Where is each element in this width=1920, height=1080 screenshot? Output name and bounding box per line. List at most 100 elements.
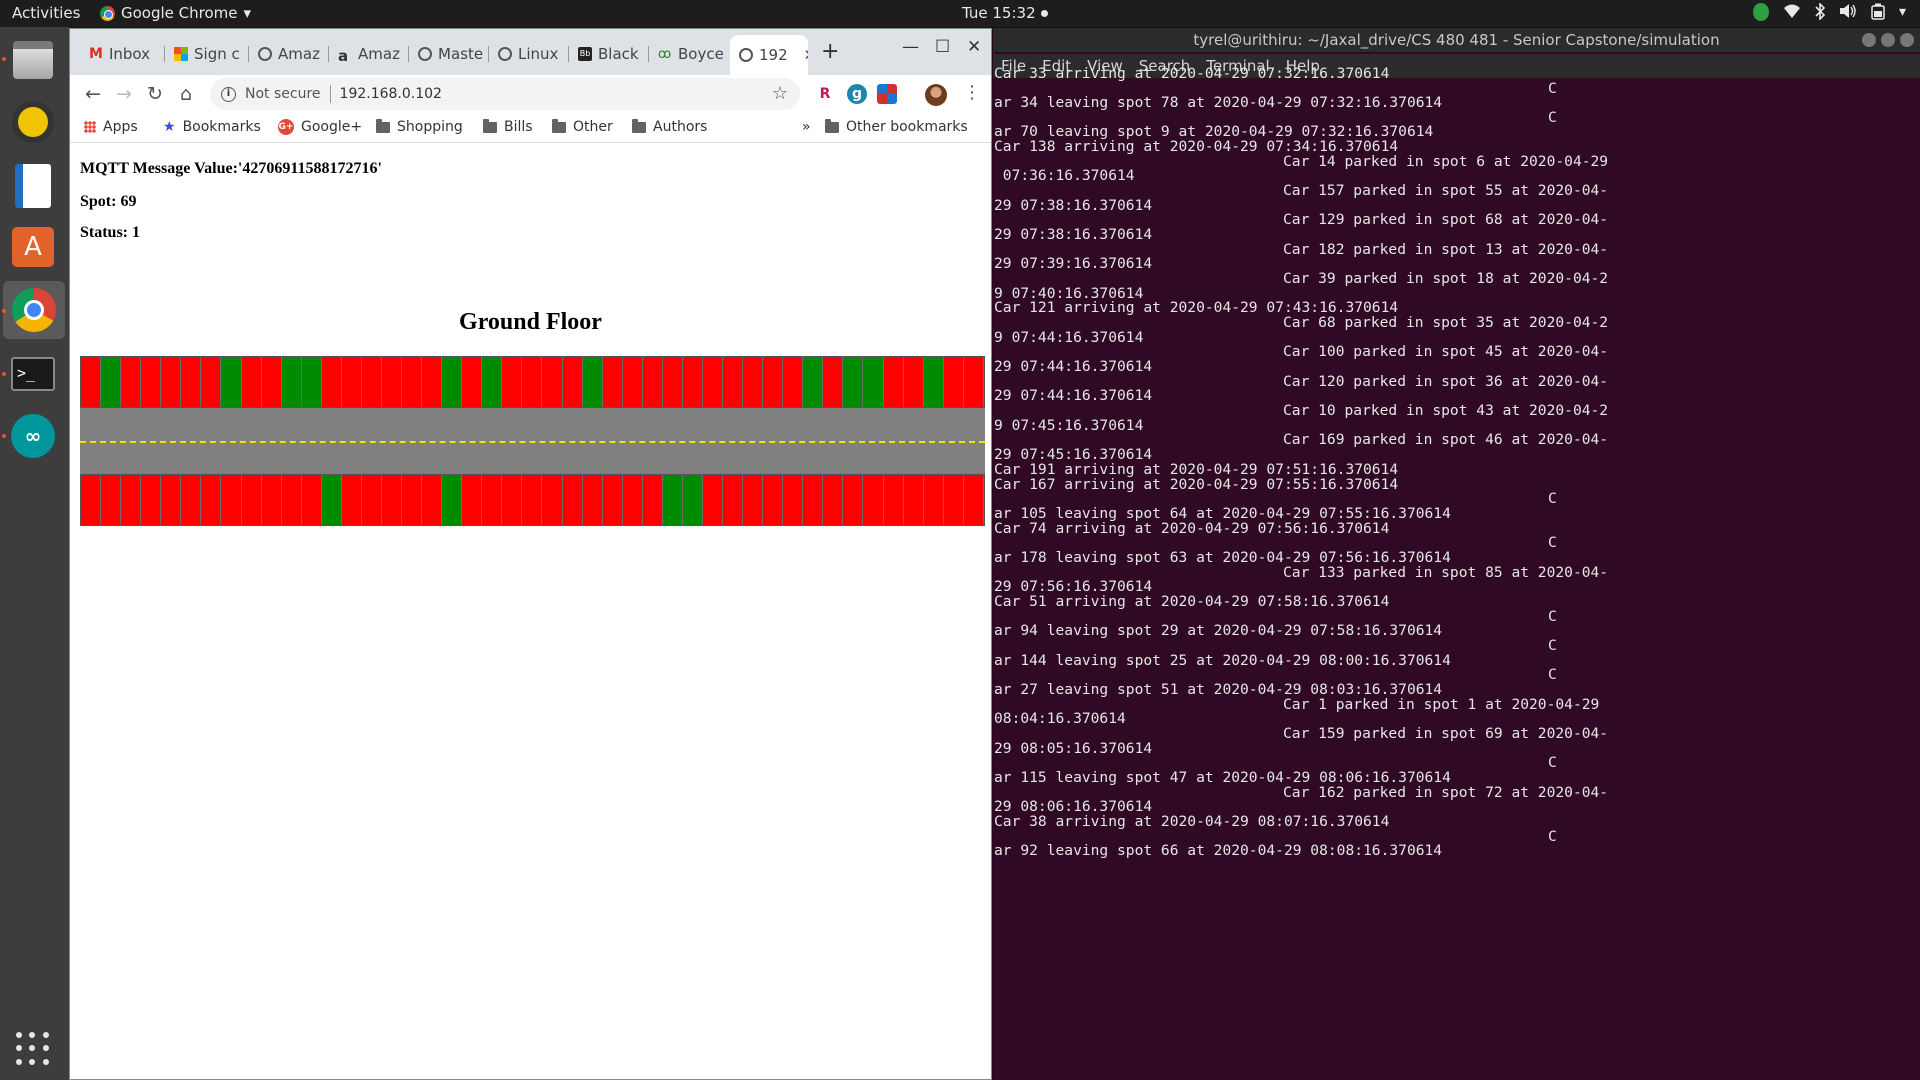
parking-spot <box>723 475 744 525</box>
tab-amazon-1[interactable]: Amaz <box>249 40 329 68</box>
tab-label: Boyce <box>678 45 724 63</box>
tab-label: 192 <box>759 46 788 64</box>
parking-spot <box>141 475 162 525</box>
close-window-icon[interactable]: ✕ <box>967 37 981 57</box>
extension-grid-icon[interactable] <box>877 84 897 104</box>
volume-icon <box>1839 3 1857 21</box>
parking-spot <box>702 475 723 525</box>
maximize-icon[interactable]: ☐ <box>935 37 950 57</box>
running-indicator-icon <box>2 309 6 313</box>
parking-spot <box>81 357 102 407</box>
extension-grammar-icon[interactable]: g <box>847 84 867 104</box>
parking-spot <box>562 475 583 525</box>
bookmark-bills[interactable]: Bills <box>483 118 533 135</box>
minimize-icon[interactable] <box>1862 33 1876 47</box>
terminal-line: 29 07:38:16.370614 <box>994 226 1153 243</box>
parking-spot <box>803 475 824 525</box>
lane-divider <box>80 441 985 443</box>
terminal-output[interactable]: Car 33 arriving at 2020-04-29 07:32:16.3… <box>994 65 1914 1080</box>
info-icon[interactable]: i <box>221 86 236 102</box>
tab-label: Amaz <box>278 45 320 63</box>
parking-spot <box>963 357 984 407</box>
dock-arduino[interactable]: ∞ <box>9 412 57 460</box>
tab-boyce[interactable]: ꝏ Boyce <box>649 40 729 68</box>
dock-writer[interactable] <box>9 162 57 210</box>
parking-spot <box>141 357 162 407</box>
terminal-line: C <box>1548 666 1557 683</box>
parking-spot <box>923 475 944 525</box>
bookmarks-overflow-button[interactable]: » <box>802 119 811 135</box>
extension-r-icon[interactable]: R <box>815 84 835 104</box>
notification-dot-icon <box>1040 9 1048 17</box>
dock-software[interactable]: A <box>9 223 57 271</box>
parking-spot <box>602 357 623 407</box>
minimize-icon[interactable]: — <box>902 37 919 57</box>
tab-blackboard[interactable]: Bb Black <box>569 40 649 68</box>
bookmark-google-plus[interactable]: G+ Google+ <box>278 119 362 135</box>
address-bar[interactable]: i Not secure 192.168.0.102 ☆ <box>210 78 800 110</box>
close-tab-icon[interactable]: ✕ <box>804 46 808 64</box>
tab-label: Linux <box>518 45 559 63</box>
bookmark-authors[interactable]: Authors <box>632 118 707 135</box>
terminal-line: Car 38 arriving at 2020-04-29 08:07:16.3… <box>994 813 1390 830</box>
tab-amazon-2[interactable]: a Amaz <box>329 40 409 68</box>
dock: A >_ ∞ <box>0 27 69 1080</box>
bookmark-other[interactable]: Other <box>552 118 613 135</box>
new-tab-button[interactable]: + <box>821 39 839 64</box>
folder-icon <box>552 118 566 133</box>
parking-spot <box>482 357 503 407</box>
tab-label: Black <box>598 45 639 63</box>
bookmark-shopping[interactable]: Shopping <box>376 118 463 135</box>
avatar[interactable] <box>925 84 947 106</box>
dock-files[interactable] <box>9 36 57 84</box>
parking-spot <box>462 475 483 525</box>
url-text[interactable]: 192.168.0.102 <box>340 86 442 102</box>
bookmark-star-icon[interactable]: ☆ <box>772 83 788 104</box>
reload-icon[interactable]: ↻ <box>142 81 168 107</box>
close-window-icon[interactable] <box>1900 33 1914 47</box>
parking-spot <box>642 357 663 407</box>
blackboard-icon: Bb <box>578 47 592 61</box>
dock-rhythmbox[interactable] <box>9 98 57 146</box>
back-icon[interactable]: ← <box>80 81 106 107</box>
parking-spot <box>522 357 543 407</box>
parking-spot <box>823 357 844 407</box>
home-icon[interactable]: ⌂ <box>173 81 199 107</box>
folder-icon <box>376 118 390 133</box>
other-bookmarks[interactable]: Other bookmarks <box>825 118 968 135</box>
terminal-line: Car 167 arriving at 2020-04-29 07:55:16.… <box>994 476 1399 493</box>
app-menu[interactable]: Google Chrome ▾ <box>100 4 251 22</box>
terminal-line: Car 39 parked in spot 18 at 2020-04-2 <box>1283 270 1609 287</box>
maximize-icon[interactable] <box>1881 33 1895 47</box>
tab-linux[interactable]: Linux <box>489 40 569 68</box>
parking-spot <box>863 357 884 407</box>
activities-button[interactable]: Activities <box>12 4 80 22</box>
parking-spot <box>622 475 643 525</box>
parking-spot <box>702 357 723 407</box>
wifi-icon <box>1783 3 1801 21</box>
tab-active[interactable]: 192 ✕ <box>730 35 808 75</box>
tab-inbox[interactable]: M Inbox <box>80 40 165 68</box>
tab-master[interactable]: Maste <box>409 40 489 68</box>
security-status: Not secure <box>245 86 321 102</box>
bookmark-label: Shopping <box>397 119 463 135</box>
dock-chrome[interactable] <box>3 281 65 339</box>
dock-terminal[interactable]: >_ <box>9 350 57 398</box>
show-applications-icon[interactable] <box>16 1032 50 1066</box>
parking-spot <box>723 357 744 407</box>
tab-sign-in[interactable]: Sign c <box>165 40 249 68</box>
bookmark-bookmarks[interactable]: ★ Bookmarks <box>163 119 261 135</box>
system-tray[interactable]: ▾ <box>1752 2 1906 21</box>
clock[interactable]: Tue 15:32 <box>962 4 1048 22</box>
parking-spot <box>281 475 302 525</box>
arduino-icon: ∞ <box>11 414 55 458</box>
parking-spot <box>662 357 683 407</box>
terminal-line: 08:04:16.370614 <box>994 710 1126 727</box>
more-menu-icon[interactable]: ⋮ <box>963 82 981 103</box>
folder-icon <box>483 118 497 133</box>
forward-icon[interactable]: → <box>111 81 137 107</box>
parking-spot <box>261 357 282 407</box>
terminal-line: 29 08:05:16.370614 <box>994 740 1153 757</box>
bookmark-apps[interactable]: Apps <box>84 119 138 135</box>
parking-spot <box>763 357 784 407</box>
